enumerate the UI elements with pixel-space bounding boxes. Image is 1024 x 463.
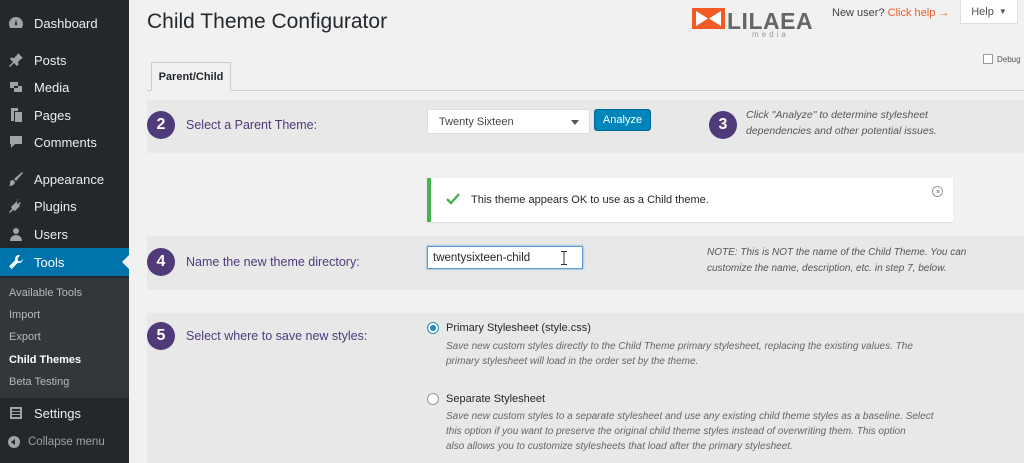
settings-icon: [7, 404, 25, 422]
menu-label-appearance: Appearance: [34, 171, 105, 187]
success-notice: This theme appears OK to use as a Child …: [427, 178, 953, 222]
separate-desc-line-2: this option if you want to preserve the …: [446, 426, 906, 437]
pages-icon: [7, 106, 25, 124]
logo-subtext: media: [752, 30, 789, 39]
theme-directory-input[interactable]: twentysixteen-child: [427, 246, 583, 269]
step-4-note-line-2: customize the name, description, etc. in…: [707, 263, 947, 274]
menu-item-settings[interactable]: Settings: [0, 399, 129, 427]
parent-theme-select[interactable]: Twenty Sixteen: [427, 109, 590, 134]
debug-checkbox[interactable]: [983, 54, 993, 64]
submenu-import[interactable]: Import: [9, 309, 40, 321]
menu-item-comments[interactable]: Comments: [0, 128, 129, 156]
media-icon: [7, 78, 25, 96]
analyze-button[interactable]: Analyze: [594, 109, 651, 131]
collapse-menu-button[interactable]: Collapse menu: [0, 431, 129, 453]
menu-item-dashboard[interactable]: Dashboard: [0, 9, 129, 37]
step-4-label: Name the new theme directory:: [186, 255, 360, 269]
menu-item-posts[interactable]: Posts: [0, 46, 129, 74]
menu-item-tools[interactable]: Tools: [0, 248, 129, 276]
menu-label-media: Media: [34, 79, 70, 95]
new-user-prompt: New user? Click help →: [832, 7, 949, 19]
page-title: Child Theme Configurator: [147, 10, 388, 33]
primary-stylesheet-description: Save new custom styles directly to the C…: [446, 339, 966, 369]
menu-item-pages[interactable]: Pages: [0, 101, 129, 129]
menu-item-plugins[interactable]: Plugins: [0, 192, 129, 220]
menu-label-tools: Tools: [34, 254, 65, 270]
submenu-child-themes[interactable]: Child Themes: [9, 354, 81, 366]
help-tab-button[interactable]: Help ▼: [960, 0, 1018, 24]
checkmark-icon: [446, 193, 460, 205]
step-4-badge: 4: [147, 248, 175, 276]
menu-item-appearance[interactable]: Appearance: [0, 165, 129, 193]
pin-icon: [7, 51, 25, 69]
menu-item-media[interactable]: Media: [0, 73, 129, 101]
click-help-link[interactable]: Click help →: [888, 7, 950, 19]
submenu-export[interactable]: Export: [9, 331, 41, 343]
notice-message: This theme appears OK to use as a Child …: [471, 194, 709, 206]
separate-desc-line-3: also allows you to customize stylesheets…: [446, 441, 793, 452]
tab-parent-child[interactable]: Parent/Child: [151, 62, 231, 91]
menu-label-comments: Comments: [34, 134, 97, 150]
chevron-down-icon: [571, 120, 579, 125]
lilaea-logo: LILAEA media: [692, 6, 813, 40]
lilaea-logo-mark-icon: [692, 8, 725, 29]
menu-label-dashboard: Dashboard: [34, 15, 98, 31]
comment-icon: [7, 133, 25, 151]
caret-down-icon: ▼: [998, 7, 1007, 16]
primary-desc-line-1: Save new custom styles directly to the C…: [446, 341, 913, 352]
new-user-text: New user?: [832, 7, 885, 19]
step-2-badge: 2: [147, 111, 175, 139]
brush-icon: [7, 170, 25, 188]
menu-label-pages: Pages: [34, 107, 71, 123]
menu-label-plugins: Plugins: [34, 198, 77, 214]
dashboard-icon: [7, 14, 25, 32]
tab-bar-border: [147, 90, 1024, 91]
primary-stylesheet-title[interactable]: Primary Stylesheet (style.css): [446, 322, 591, 334]
parent-theme-value: Twenty Sixteen: [439, 115, 514, 128]
users-icon: [7, 225, 25, 243]
help-tab-label: Help: [971, 5, 994, 18]
step-3-badge: 3: [709, 111, 737, 139]
separate-stylesheet-description: Save new custom styles to a separate sty…: [446, 409, 986, 454]
step-5-badge: 5: [147, 322, 175, 350]
dismiss-icon[interactable]: [932, 186, 943, 197]
tools-submenu: Available Tools Import Export Child Them…: [0, 278, 129, 398]
submenu-available-tools[interactable]: Available Tools: [9, 287, 82, 299]
text-cursor-icon: [561, 251, 567, 265]
wrench-icon: [7, 253, 25, 271]
debug-label: Debug: [997, 54, 1021, 64]
step-2-label: Select a Parent Theme:: [186, 118, 318, 132]
step-3-note: Click "Analyze" to determine stylesheet …: [746, 109, 937, 137]
step-4-note-line-1: NOTE: This is NOT the name of the Child …: [707, 247, 967, 258]
menu-item-users[interactable]: Users: [0, 220, 129, 248]
menu-label-users: Users: [34, 226, 68, 242]
collapse-label: Collapse menu: [28, 436, 105, 448]
primary-stylesheet-radio[interactable]: [427, 322, 439, 334]
submenu-beta-testing[interactable]: Beta Testing: [9, 376, 69, 388]
menu-label-posts: Posts: [34, 52, 67, 68]
separate-stylesheet-title[interactable]: Separate Stylesheet: [446, 393, 545, 405]
step-5-label: Select where to save new styles:: [186, 329, 368, 343]
debug-toggle[interactable]: Debug: [983, 54, 1021, 64]
admin-sidebar: Dashboard Posts Media Pages Comments App…: [0, 0, 129, 463]
separate-desc-line-1: Save new custom styles to a separate sty…: [446, 411, 934, 422]
separate-stylesheet-radio[interactable]: [427, 393, 439, 405]
menu-label-settings: Settings: [34, 405, 81, 421]
collapse-icon: [8, 436, 20, 448]
primary-desc-line-2: primary stylesheet will load in the orde…: [446, 356, 699, 367]
step-4-note: NOTE: This is NOT the name of the Child …: [707, 245, 1007, 277]
plugin-icon: [7, 197, 25, 215]
